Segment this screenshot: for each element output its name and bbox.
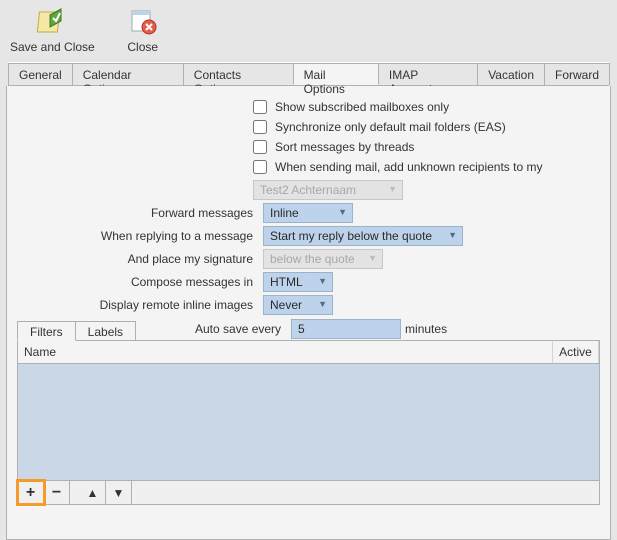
subscribed-checkbox[interactable] <box>253 100 267 114</box>
filters-table: Name Active <box>17 340 600 481</box>
tab-vacation[interactable]: Vacation <box>477 63 545 85</box>
sync-default-label: Synchronize only default mail folders (E… <box>275 120 506 134</box>
sort-threads-label: Sort messages by threads <box>275 140 414 154</box>
sync-default-checkbox[interactable] <box>253 120 267 134</box>
tab-forward[interactable]: Forward <box>544 63 610 85</box>
reply-label: When replying to a message <box>17 229 253 243</box>
subtab-labels[interactable]: Labels <box>75 321 136 341</box>
filters-toolbar: + − ▲ ▼ <box>17 481 600 505</box>
address-book-select: Test2 Achternaam <box>253 180 403 200</box>
plus-icon: + <box>26 484 35 502</box>
add-filter-button[interactable]: + <box>18 481 44 504</box>
main-tabs: General Calendar Options Contacts Option… <box>8 62 609 86</box>
add-unknown-checkbox[interactable] <box>253 160 267 174</box>
close-button[interactable]: Close <box>123 4 163 56</box>
forward-messages-select[interactable]: Inline <box>263 203 353 223</box>
autosave-label: Auto save every <box>165 322 281 336</box>
subscribed-label: Show subscribed mailboxes only <box>275 100 449 114</box>
subtab-filters[interactable]: Filters <box>17 321 76 341</box>
remote-images-label: Display remote inline images <box>17 298 253 312</box>
compose-label: Compose messages in <box>17 275 253 289</box>
filters-table-body <box>18 364 599 480</box>
tab-calendar-options[interactable]: Calendar Options <box>72 63 184 85</box>
subscribed-checkbox-row[interactable]: Show subscribed mailboxes only <box>253 100 600 114</box>
save-and-close-button[interactable]: Save and Close <box>6 4 99 56</box>
toolbar-spacer <box>132 481 599 504</box>
column-name[interactable]: Name <box>18 341 553 363</box>
address-book-select-value: Test2 Achternaam <box>253 180 403 200</box>
close-icon <box>127 6 159 38</box>
mail-options-panel: Show subscribed mailboxes only Synchroni… <box>6 86 611 540</box>
sub-tabs: Filters Labels <box>17 321 135 341</box>
triangle-up-icon: ▲ <box>87 486 99 500</box>
autosave-unit: minutes <box>405 322 447 336</box>
sort-threads-checkbox[interactable] <box>253 140 267 154</box>
signature-place-select: below the quote <box>263 249 383 269</box>
close-label: Close <box>127 40 158 54</box>
triangle-down-icon: ▼ <box>113 486 125 500</box>
move-down-button[interactable]: ▼ <box>106 481 132 504</box>
remove-filter-button[interactable]: − <box>44 481 70 504</box>
sort-threads-checkbox-row[interactable]: Sort messages by threads <box>253 140 600 154</box>
minus-icon: − <box>52 484 61 502</box>
remote-images-select[interactable]: Never <box>263 295 333 315</box>
sync-default-checkbox-row[interactable]: Synchronize only default mail folders (E… <box>253 120 600 134</box>
add-unknown-checkbox-row[interactable]: When sending mail, add unknown recipient… <box>253 160 600 174</box>
tab-general[interactable]: General <box>8 63 73 85</box>
save-close-label: Save and Close <box>10 40 95 54</box>
forward-messages-label: Forward messages <box>17 206 253 220</box>
compose-select[interactable]: HTML <box>263 272 333 292</box>
move-up-button[interactable]: ▲ <box>80 481 106 504</box>
reply-select[interactable]: Start my reply below the quote <box>263 226 463 246</box>
autosave-input[interactable] <box>291 319 401 339</box>
tab-imap-accounts[interactable]: IMAP Accounts <box>378 63 478 85</box>
tab-mail-options[interactable]: Mail Options <box>293 63 379 85</box>
toolbar-separator <box>70 481 80 504</box>
tab-contacts-options[interactable]: Contacts Options <box>183 63 294 85</box>
save-close-icon <box>36 6 68 38</box>
signature-place-label: And place my signature <box>17 252 253 266</box>
add-unknown-label: When sending mail, add unknown recipient… <box>275 160 542 174</box>
column-active[interactable]: Active <box>553 341 599 363</box>
